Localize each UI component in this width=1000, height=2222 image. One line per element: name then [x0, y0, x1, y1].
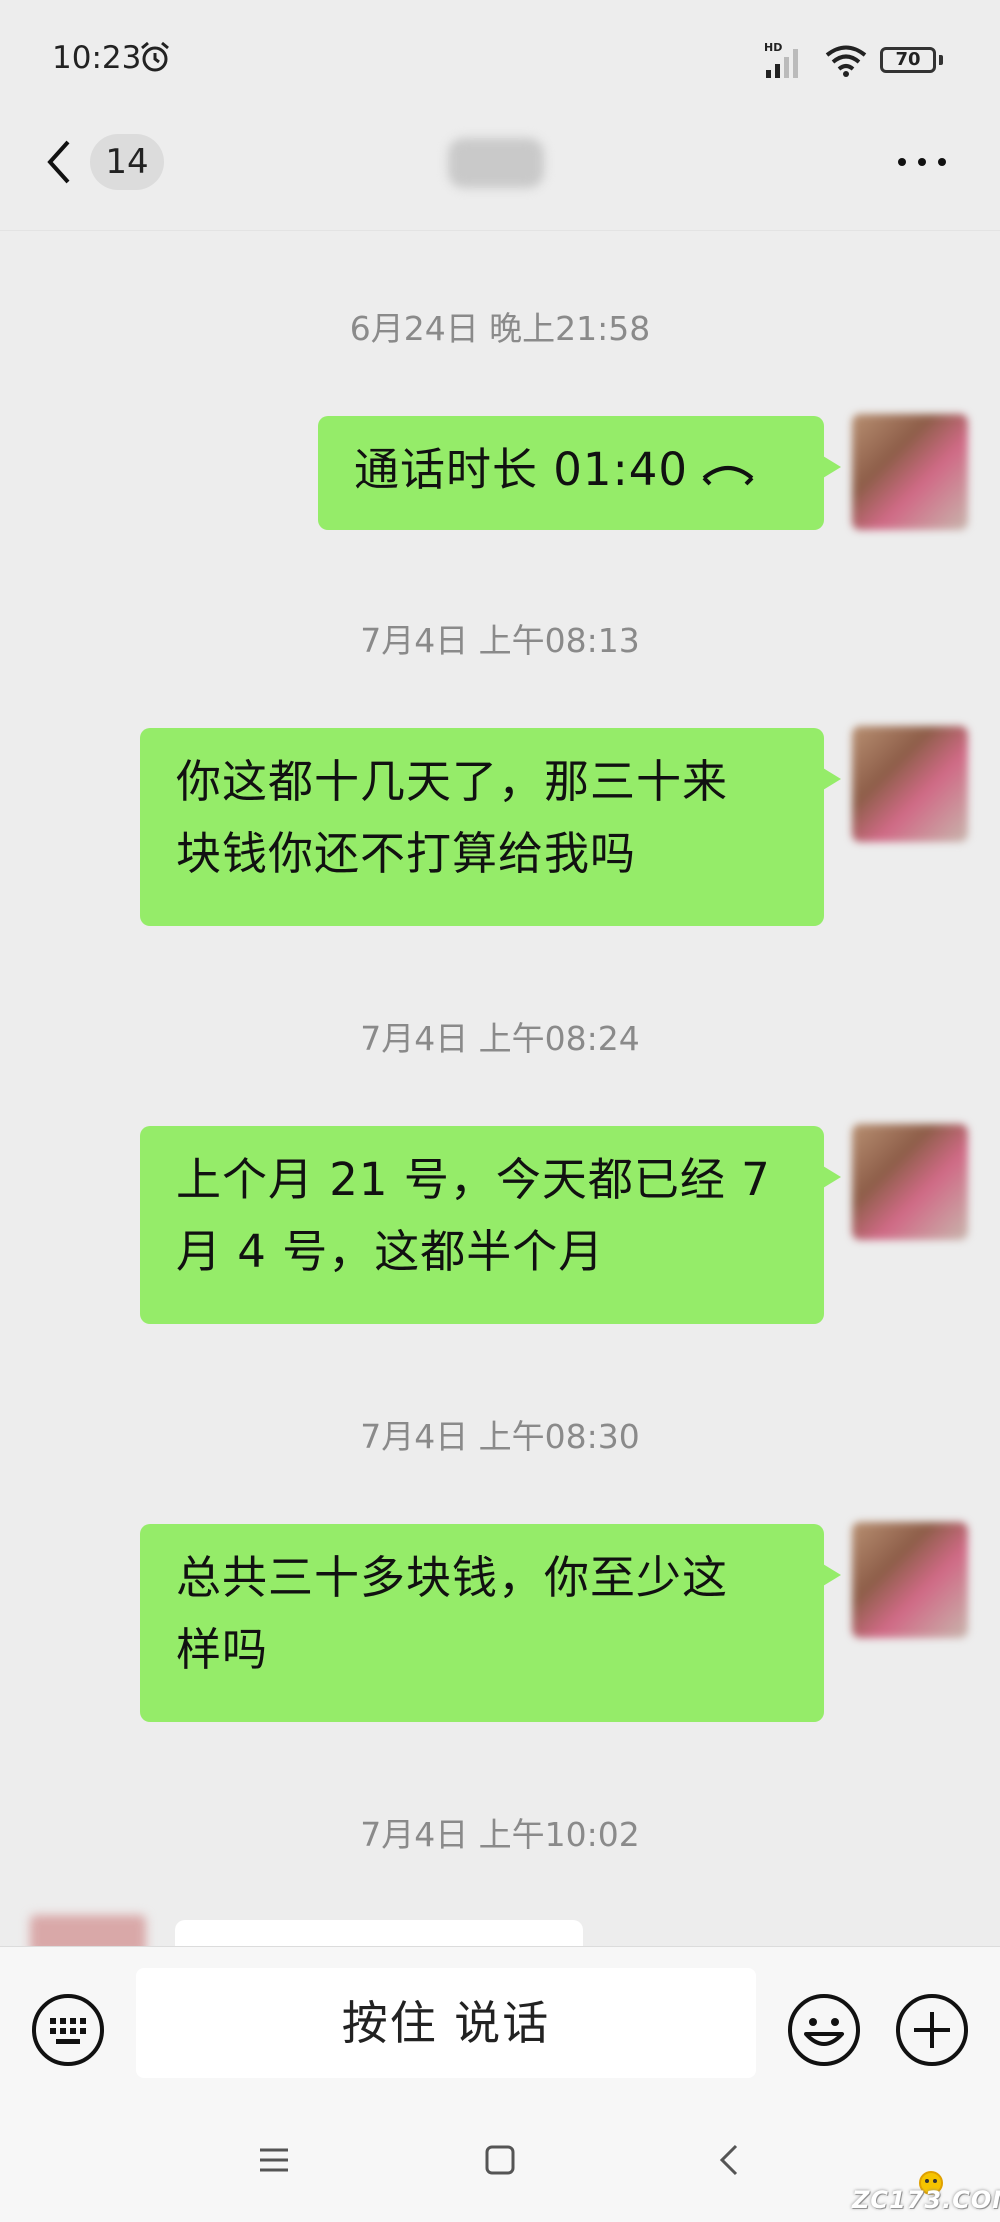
message-bubble[interactable]: 总共三十多块钱，你至少这 样吗 — [140, 1524, 841, 1722]
my-avatar[interactable] — [852, 414, 968, 530]
my-avatar[interactable] — [852, 1522, 968, 1638]
message-timestamp: 6月24日 晚上21:58 — [349, 309, 651, 348]
message-line: 总共三十多块钱，你至少这 — [176, 1551, 729, 1604]
unread-count-badge[interactable]: 14 — [90, 134, 164, 190]
status-bar: 10:23 HD 70 — [0, 0, 1000, 120]
message-timestamp: 7月4日 上午08:30 — [360, 1417, 640, 1456]
message-line: 样吗 — [176, 1623, 269, 1676]
back-icon[interactable] — [710, 2140, 750, 2180]
plus-icon[interactable] — [894, 1992, 970, 2068]
message-bubble[interactable]: 你这都十几天了，那三十来 块钱你还不打算给我吗 — [140, 728, 841, 926]
message-bubble[interactable]: 上个月 21 号，今天都已经 7 月 4 号，这都半个月 — [140, 1126, 841, 1324]
message-timestamp: 7月4日 上午08:24 — [360, 1019, 640, 1058]
message-line: 你这都十几天了，那三十来 — [176, 755, 729, 808]
menu-icon[interactable] — [254, 2140, 294, 2180]
hold-to-talk-button[interactable]: 按住 说话 — [136, 1968, 756, 2078]
message-line: 块钱你还不打算给我吗 — [176, 827, 637, 880]
call-duration-text: 通话时长 01:40 — [354, 443, 688, 496]
message-line: 上个月 21 号，今天都已经 7 — [176, 1153, 771, 1206]
wifi-icon — [825, 45, 867, 77]
my-avatar[interactable] — [852, 1124, 968, 1240]
status-time: 10:23 — [52, 40, 142, 76]
contact-name-redacted — [448, 138, 544, 188]
watermark: ZC173.COM — [852, 2186, 1000, 2214]
keyboard-toggle-icon[interactable] — [30, 1992, 106, 2068]
network-type-label: HD — [764, 41, 782, 54]
back-arrow-icon[interactable] — [40, 134, 76, 190]
emoji-icon[interactable] — [786, 1992, 862, 2068]
alarm-clock-icon — [141, 41, 169, 72]
message-timestamp: 7月4日 上午08:13 — [360, 621, 640, 660]
message-line: 月 4 号，这都半个月 — [176, 1225, 605, 1278]
my-avatar[interactable] — [852, 726, 968, 842]
call-record-bubble[interactable]: 通话时长 01:40 — [318, 416, 841, 530]
phone-hangup-icon — [702, 466, 754, 486]
cellular-signal-icon: HD — [764, 41, 798, 78]
battery-indicator: 70 — [880, 47, 936, 73]
more-options-icon[interactable] — [894, 150, 950, 174]
battery-tip — [939, 55, 943, 65]
message-timestamp: 7月4日 上午10:02 — [360, 1815, 640, 1854]
header-divider — [0, 230, 1000, 231]
home-icon[interactable] — [480, 2140, 520, 2180]
